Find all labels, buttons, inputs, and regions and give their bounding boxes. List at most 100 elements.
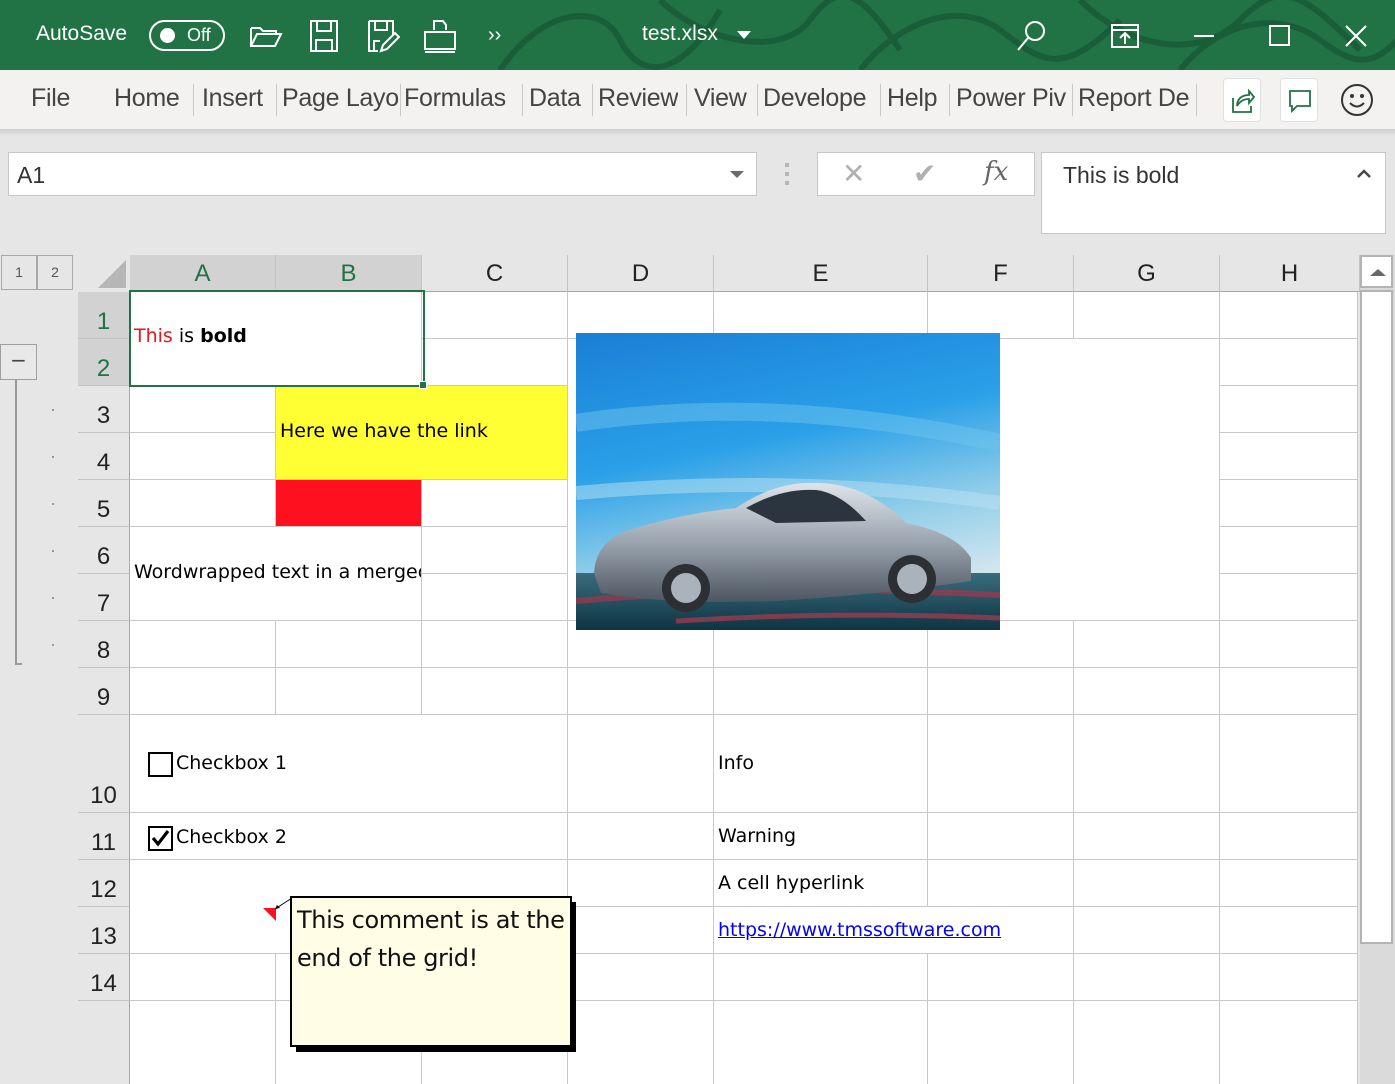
- row-header-12[interactable]: 12: [78, 860, 130, 907]
- comment-box[interactable]: This comment is at the end of the grid!: [290, 896, 572, 1047]
- row-header-8[interactable]: 8: [78, 621, 130, 668]
- cell-g11[interactable]: [1074, 813, 1220, 860]
- row-header-4[interactable]: 4: [78, 433, 130, 480]
- tab-view[interactable]: View: [694, 84, 747, 113]
- fill-handle[interactable]: [419, 381, 427, 389]
- cell-d11[interactable]: [568, 813, 714, 860]
- insert-function-button[interactable]: fx: [984, 157, 1008, 187]
- column-header-c[interactable]: C: [422, 255, 568, 292]
- cell-d13[interactable]: [568, 907, 714, 954]
- row-header-5[interactable]: 5: [78, 480, 130, 527]
- tab-file[interactable]: File: [31, 84, 70, 113]
- cell-h13[interactable]: [1220, 907, 1358, 954]
- tab-power-pivot[interactable]: Power Piv: [956, 84, 1070, 113]
- cell-a3[interactable]: [130, 386, 276, 433]
- search-icon[interactable]: [1014, 18, 1050, 54]
- cell-f14[interactable]: [928, 954, 1074, 1001]
- checkbox-2-label[interactable]: Checkbox 2: [176, 826, 287, 848]
- print-icon[interactable]: [422, 18, 458, 54]
- cell-h7[interactable]: [1220, 574, 1358, 621]
- cell-c6[interactable]: [422, 527, 568, 574]
- save-icon[interactable]: [306, 18, 342, 54]
- cell-c8[interactable]: [422, 621, 568, 668]
- cell-h1[interactable]: [1220, 292, 1358, 339]
- cell-b5[interactable]: [276, 480, 422, 527]
- scroll-thumb[interactable]: [1360, 290, 1393, 944]
- cell-h12[interactable]: [1220, 860, 1358, 907]
- cell-h10[interactable]: [1220, 715, 1358, 813]
- tab-developer[interactable]: Develope: [763, 84, 877, 113]
- cell-a4[interactable]: [130, 433, 276, 480]
- cell-e14[interactable]: [714, 954, 928, 1001]
- cell-f1[interactable]: [928, 292, 1074, 339]
- filename-dropdown-icon[interactable]: [737, 31, 751, 39]
- row-header-1[interactable]: 1: [78, 292, 130, 339]
- cell-e9[interactable]: [714, 668, 928, 715]
- cell-c7[interactable]: [422, 574, 568, 621]
- cell-f9[interactable]: [928, 668, 1074, 715]
- cell-g10[interactable]: [1074, 715, 1220, 813]
- select-all-button[interactable]: [78, 255, 130, 292]
- cell-d15[interactable]: [568, 1001, 714, 1084]
- row-header-9[interactable]: 9: [78, 668, 130, 715]
- tab-page-layout[interactable]: Page Layo: [282, 84, 399, 113]
- cell-g14[interactable]: [1074, 954, 1220, 1001]
- tab-report-designer[interactable]: Report De: [1078, 84, 1193, 113]
- cell-h11[interactable]: [1220, 813, 1358, 860]
- name-box-dropdown-icon[interactable]: [730, 171, 744, 178]
- row-header-13[interactable]: 13: [78, 907, 130, 954]
- row-header-14[interactable]: 14: [78, 954, 130, 1001]
- cell-h8[interactable]: [1220, 621, 1358, 668]
- column-header-g[interactable]: G: [1074, 255, 1220, 292]
- column-header-h[interactable]: H: [1220, 255, 1360, 292]
- cell-c2[interactable]: [422, 339, 568, 386]
- row-header-10[interactable]: 10: [78, 715, 130, 813]
- cell-c9[interactable]: [422, 668, 568, 715]
- cell-h4[interactable]: [1220, 433, 1358, 480]
- cell-e12[interactable]: A cell hyperlink: [714, 860, 928, 907]
- share-button[interactable]: [1223, 78, 1261, 122]
- cell-a9[interactable]: [130, 668, 276, 715]
- cell-f11[interactable]: [928, 813, 1074, 860]
- checkbox-1-label[interactable]: Checkbox 1: [176, 752, 287, 774]
- cell-e11[interactable]: Warning: [714, 813, 928, 860]
- row-header-2[interactable]: 2: [78, 339, 130, 386]
- cell-d9[interactable]: [568, 668, 714, 715]
- checkbox-2[interactable]: [148, 826, 173, 851]
- cell-b8[interactable]: [276, 621, 422, 668]
- cell-a1-merged[interactable]: This is bold: [130, 292, 422, 386]
- close-icon[interactable]: [1338, 18, 1374, 54]
- cancel-icon[interactable]: ✕: [842, 157, 865, 190]
- cell-h5[interactable]: [1220, 480, 1358, 527]
- cell-h6[interactable]: [1220, 527, 1358, 574]
- cell-d1[interactable]: [568, 292, 714, 339]
- vertical-scrollbar[interactable]: [1360, 255, 1395, 1084]
- column-header-d[interactable]: D: [568, 255, 714, 292]
- smiley-feedback-icon[interactable]: [1339, 82, 1375, 118]
- column-header-f[interactable]: F: [928, 255, 1074, 292]
- cell-c5[interactable]: [422, 480, 568, 527]
- cell-h2[interactable]: [1220, 339, 1358, 386]
- comments-button[interactable]: [1280, 78, 1318, 122]
- column-header-e[interactable]: E: [714, 255, 928, 292]
- cell-b9[interactable]: [276, 668, 422, 715]
- row-header-7[interactable]: 7: [78, 574, 130, 621]
- autosave-toggle[interactable]: Off: [149, 20, 225, 51]
- maximize-icon[interactable]: [1262, 18, 1298, 54]
- row-header-6[interactable]: 6: [78, 527, 130, 574]
- name-box[interactable]: A1: [8, 152, 757, 196]
- cell-e15[interactable]: [714, 1001, 928, 1084]
- formula-input[interactable]: This is bold: [1041, 152, 1386, 234]
- row-header-3[interactable]: 3: [78, 386, 130, 433]
- ribbon-display-icon[interactable]: [1107, 18, 1143, 54]
- enter-icon[interactable]: ✔: [913, 157, 936, 190]
- cell-e1[interactable]: [714, 292, 928, 339]
- cell-c1[interactable]: [422, 292, 568, 339]
- checkbox-1[interactable]: [148, 752, 173, 777]
- cell-b3-merged[interactable]: Here we have the link: [276, 386, 568, 480]
- cell-f12[interactable]: [928, 860, 1074, 907]
- save-as-icon[interactable]: [364, 18, 401, 54]
- cell-d10[interactable]: [568, 715, 714, 813]
- cell-d14[interactable]: [568, 954, 714, 1001]
- cell-g13[interactable]: [1074, 907, 1220, 954]
